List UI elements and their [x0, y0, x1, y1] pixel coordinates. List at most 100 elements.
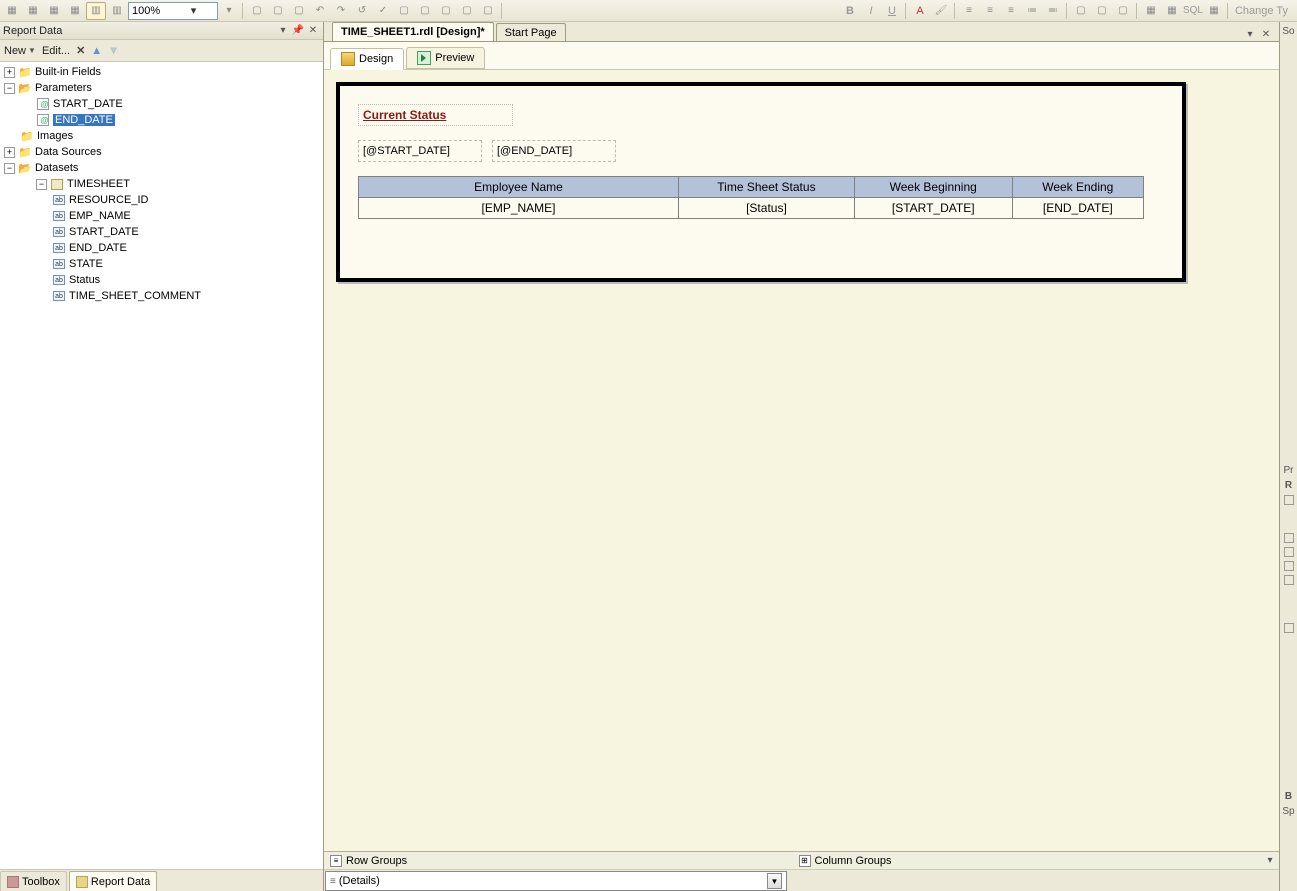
toolbar-btn-generic[interactable]: ↺ — [352, 2, 372, 20]
collapsed-panel-label[interactable]: B — [1285, 791, 1292, 802]
tree-node-field[interactable]: abRESOURCE_ID — [0, 192, 323, 208]
tablix[interactable]: Employee Name Time Sheet Status Week Beg… — [358, 176, 1144, 219]
redo-button[interactable]: ↷ — [331, 2, 351, 20]
toolbar-btn-generic[interactable]: ▢ — [1092, 2, 1112, 20]
italic-button[interactable]: I — [861, 2, 881, 20]
toolbar-btn-generic[interactable]: ▢ — [289, 2, 309, 20]
toolbar-btn-generic[interactable]: ▦ — [1204, 2, 1224, 20]
align-center-button[interactable]: ≡ — [980, 2, 1000, 20]
toolbar-btn-generic[interactable]: ▢ — [268, 2, 288, 20]
toolbar-btn-generic[interactable]: ▦ — [65, 2, 85, 20]
toolbar-btn-generic[interactable]: ▢ — [394, 2, 414, 20]
collapse-icon[interactable]: − — [36, 179, 47, 190]
expand-icon[interactable]: + — [4, 67, 15, 78]
sql-button[interactable]: SQL — [1183, 2, 1203, 20]
expand-icon[interactable] — [1284, 623, 1294, 633]
close-icon[interactable]: ✕ — [1259, 27, 1273, 41]
textbox-title[interactable]: Current Status — [358, 104, 513, 126]
align-right-button[interactable]: ≡ — [1001, 2, 1021, 20]
collapsed-panel-label[interactable]: Pr — [1284, 465, 1294, 476]
header-week-ending[interactable]: Week Ending — [1012, 177, 1143, 198]
collapsed-panel-label[interactable]: Sp — [1282, 806, 1294, 817]
move-up-icon[interactable]: ▲ — [91, 45, 102, 57]
expand-icon[interactable]: + — [4, 147, 15, 158]
toolbar-dd[interactable]: ▾ — [219, 2, 239, 20]
toolbar-btn-generic[interactable]: ▥ — [86, 2, 106, 20]
change-type-label[interactable]: Change Ty — [1232, 5, 1291, 17]
tree-node-field[interactable]: abSTART_DATE — [0, 224, 323, 240]
toolbar-btn-generic[interactable]: ▢ — [415, 2, 435, 20]
cell-week-beginning[interactable]: [START_DATE] — [854, 198, 1012, 219]
list-button[interactable]: ≔ — [1022, 2, 1042, 20]
new-dropdown[interactable]: New▼ — [4, 45, 36, 57]
textbox-start-date[interactable]: [@START_DATE] — [358, 140, 482, 162]
tree-node-field[interactable]: abSTATE — [0, 256, 323, 272]
toolbar-btn-generic[interactable]: ▦ — [2, 2, 22, 20]
mode-tab-design[interactable]: Design — [330, 48, 404, 70]
cell-week-ending[interactable]: [END_DATE] — [1012, 198, 1143, 219]
toolbar-btn-generic[interactable]: ▥ — [107, 2, 127, 20]
expand-icon[interactable] — [1284, 575, 1294, 585]
toolbar-btn-generic[interactable]: ▢ — [247, 2, 267, 20]
textbox-end-date[interactable]: [@END_DATE] — [492, 140, 616, 162]
header-status[interactable]: Time Sheet Status — [679, 177, 855, 198]
tab-report-data[interactable]: Report Data — [69, 871, 157, 891]
tree-node-dataset-timesheet[interactable]: − TIMESHEET — [0, 176, 323, 192]
toolbar-btn-generic[interactable]: ▢ — [436, 2, 456, 20]
edit-button[interactable]: Edit... — [42, 45, 70, 57]
fill-color-button[interactable]: 🖌 — [931, 2, 951, 20]
toolbar-btn-generic[interactable]: ✓ — [373, 2, 393, 20]
tree-node-parameters[interactable]: − 📂 Parameters — [0, 80, 323, 96]
groups-dropdown-icon[interactable]: ▾ — [1261, 852, 1279, 869]
header-emp-name[interactable]: Employee Name — [359, 177, 679, 198]
zoom-dropdown[interactable]: 100% ▾ — [128, 2, 218, 20]
toolbar-btn-generic[interactable]: ▢ — [1113, 2, 1133, 20]
tree-node-field[interactable]: abStatus — [0, 272, 323, 288]
chevron-down-icon[interactable]: ▼ — [767, 873, 782, 889]
report-data-tree[interactable]: + 📁 Built-in Fields − 📂 Parameters START… — [0, 62, 323, 869]
doc-tab-timesheet[interactable]: TIME_SHEET1.rdl [Design]* — [332, 22, 494, 41]
collapse-icon[interactable]: − — [4, 83, 15, 94]
mode-tab-preview[interactable]: Preview — [406, 47, 485, 69]
tree-node-datasources[interactable]: + 📁 Data Sources — [0, 144, 323, 160]
tree-node-field[interactable]: abTIME_SHEET_COMMENT — [0, 288, 323, 304]
font-color-button[interactable]: A — [910, 2, 930, 20]
pin-icon[interactable]: 📌 — [291, 24, 305, 38]
list-button[interactable]: ≕ — [1043, 2, 1063, 20]
toolbar-btn-generic[interactable]: ▦ — [23, 2, 43, 20]
tree-node-builtin[interactable]: + 📁 Built-in Fields — [0, 64, 323, 80]
move-down-icon[interactable]: ▼ — [108, 45, 119, 57]
collapsed-panel-label[interactable]: R — [1285, 480, 1292, 491]
collapse-icon[interactable]: − — [4, 163, 15, 174]
collapsed-panel-label[interactable]: So — [1282, 26, 1294, 37]
header-week-beginning[interactable]: Week Beginning — [854, 177, 1012, 198]
close-icon[interactable]: ✕ — [306, 24, 320, 38]
align-left-button[interactable]: ≡ — [959, 2, 979, 20]
bold-button[interactable]: B — [840, 2, 860, 20]
toolbar-btn-generic[interactable]: ▦ — [44, 2, 64, 20]
underline-button[interactable]: U — [882, 2, 902, 20]
tree-node-images[interactable]: 📁 Images — [0, 128, 323, 144]
expand-icon[interactable] — [1284, 533, 1294, 543]
cell-emp-name[interactable]: [EMP_NAME] — [359, 198, 679, 219]
tablix-header-row[interactable]: Employee Name Time Sheet Status Week Beg… — [359, 177, 1144, 198]
tab-toolbox[interactable]: Toolbox — [0, 871, 67, 891]
collapsed-item-icon[interactable] — [1284, 495, 1294, 505]
doc-tab-start-page[interactable]: Start Page — [496, 23, 566, 41]
cell-status[interactable]: [Status] — [679, 198, 855, 219]
tree-node-field[interactable]: abEMP_NAME — [0, 208, 323, 224]
expand-icon[interactable] — [1284, 561, 1294, 571]
tree-node-field[interactable]: abEND_DATE — [0, 240, 323, 256]
toolbar-btn-generic[interactable]: ▢ — [478, 2, 498, 20]
tree-node-param-start[interactable]: START_DATE — [0, 96, 323, 112]
expand-icon[interactable] — [1284, 547, 1294, 557]
tablix-data-row[interactable]: [EMP_NAME] [Status] [START_DATE] [END_DA… — [359, 198, 1144, 219]
toolbar-btn-generic[interactable]: ▢ — [1071, 2, 1091, 20]
toolbar-btn-generic[interactable]: ▢ — [457, 2, 477, 20]
design-surface[interactable]: Current Status [@START_DATE] [@END_DATE]… — [324, 70, 1279, 851]
tree-node-param-end[interactable]: END_DATE — [0, 112, 323, 128]
report-body[interactable]: Current Status [@START_DATE] [@END_DATE]… — [336, 82, 1186, 282]
toolbar-btn-generic[interactable]: ▦ — [1141, 2, 1161, 20]
tree-node-datasets[interactable]: − 📂 Datasets — [0, 160, 323, 176]
toolbar-btn-generic[interactable]: ▦ — [1162, 2, 1182, 20]
